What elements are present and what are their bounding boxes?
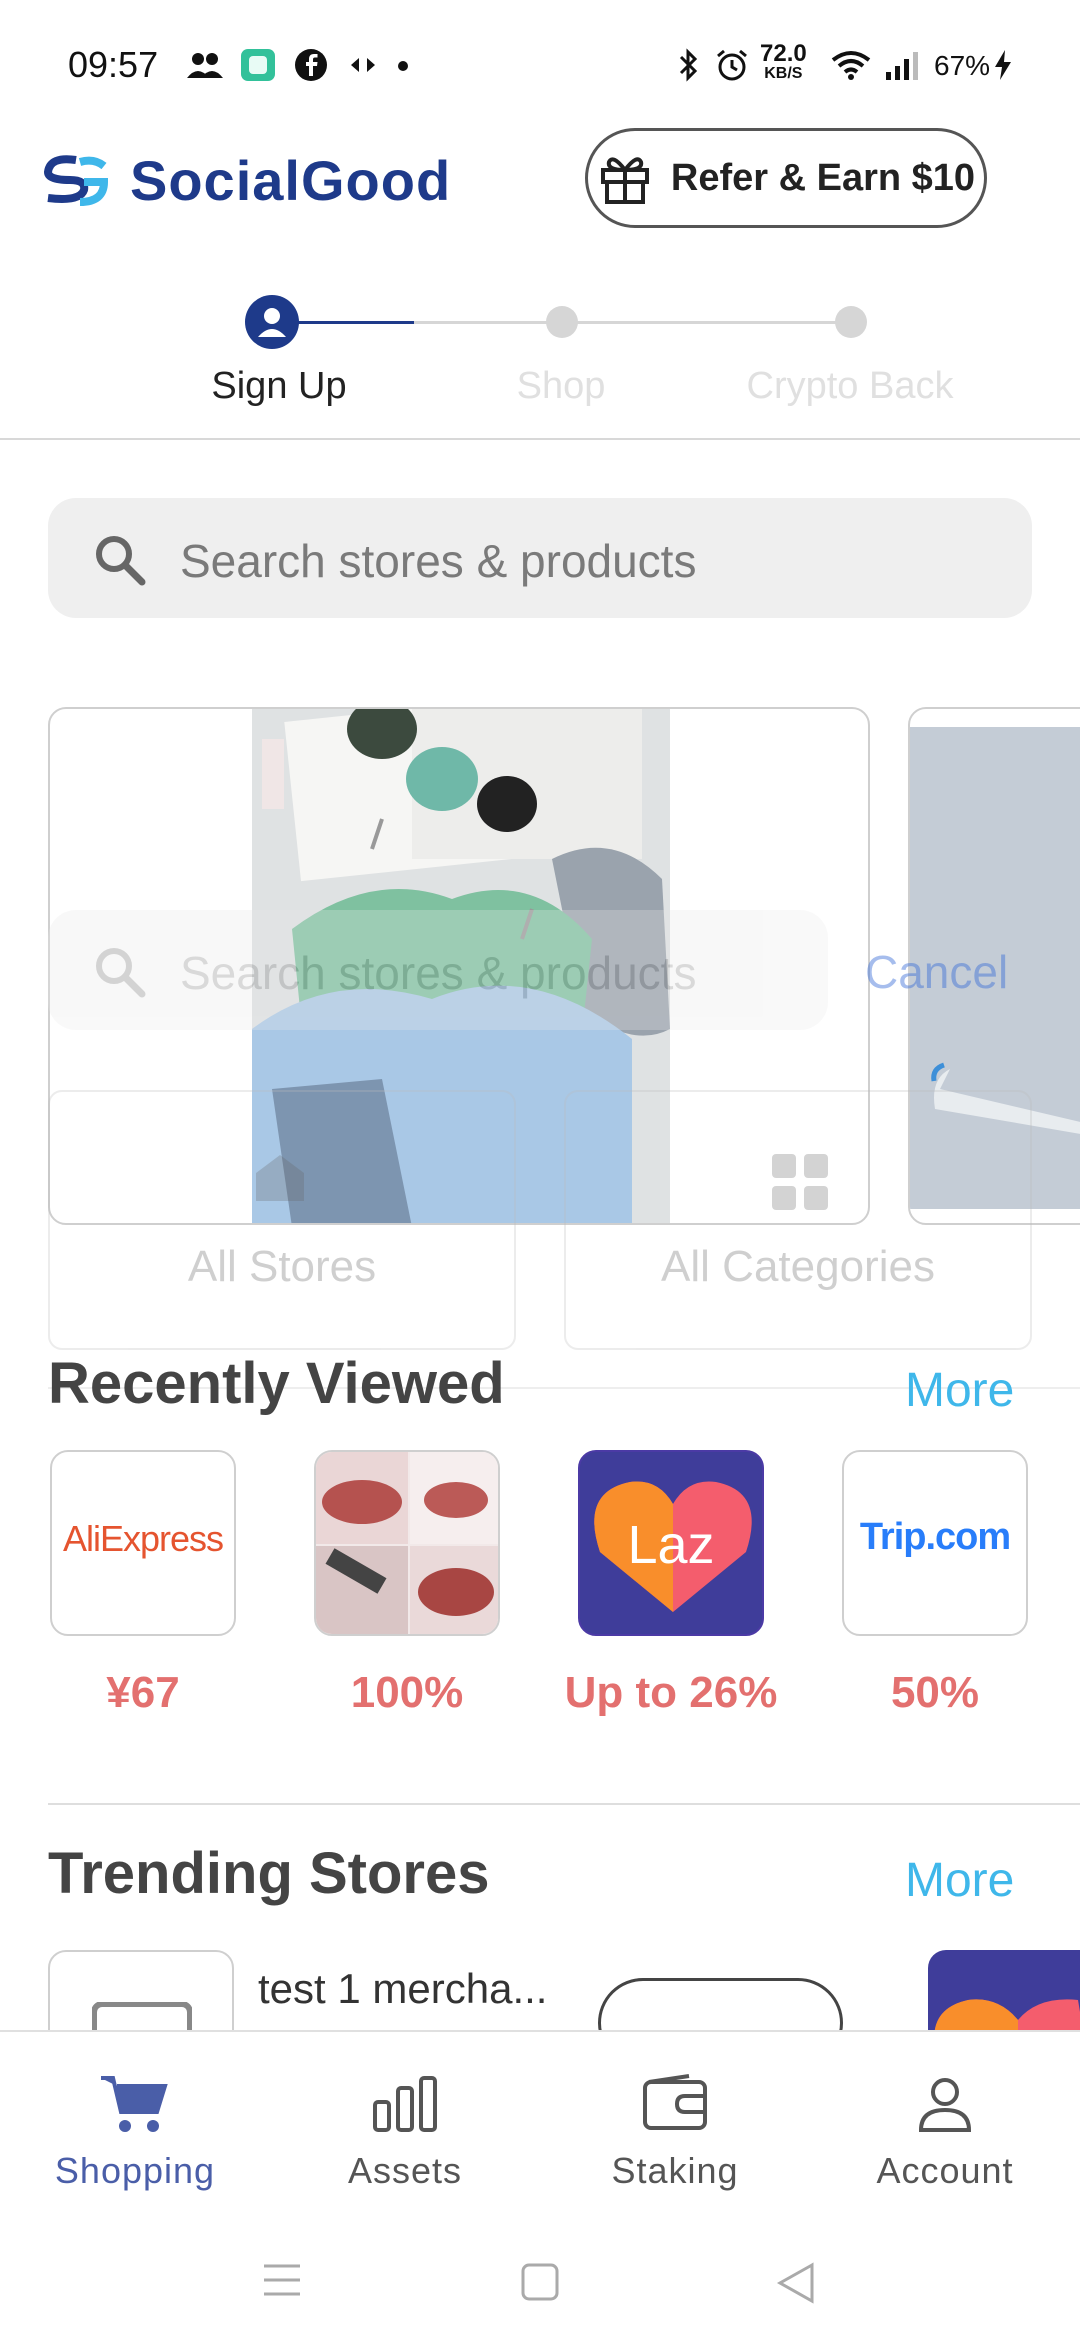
step-signup-dot: [245, 295, 299, 349]
person-icon: [258, 308, 286, 337]
group-icon: [187, 53, 223, 78]
recent-item-value: 100%: [350, 1668, 464, 1717]
bluetooth-icon: [679, 48, 698, 82]
app-logo[interactable]: SocialGood: [40, 145, 451, 215]
recent-item-tripcom[interactable]: Trip.com: [842, 1450, 1028, 1636]
overlay-search-bar: Search stores & products: [48, 910, 828, 1030]
header-divider: [0, 438, 1080, 440]
bottom-navigation: Shopping Assets Staking Account: [0, 2030, 1080, 2342]
wifi-icon: [831, 51, 871, 80]
overlay-all-categories: All Categories: [564, 1090, 1032, 1350]
recently-viewed-more-link[interactable]: More: [905, 1363, 1014, 1418]
trending-stores-title: Trending Stores: [48, 1841, 490, 1906]
nav-assets-label: Assets: [347, 2150, 463, 2191]
dot-icon: [398, 61, 408, 71]
network-speed-unit: KB/S: [764, 65, 803, 82]
step-signup-label: Sign Up: [211, 365, 347, 407]
step-cryptoback-dot: [835, 306, 867, 338]
nav-assets[interactable]: Assets: [270, 2072, 540, 2192]
overlay-all-stores: All Stores: [48, 1090, 516, 1350]
lip-product-image: [316, 1452, 498, 1634]
section-divider: [48, 1803, 1080, 1805]
aliexpress-logo: AliExpress: [62, 1518, 224, 1559]
menu-icon[interactable]: [262, 2262, 302, 2298]
status-time: 09:57: [68, 44, 159, 85]
bar-chart-icon: [373, 2076, 437, 2132]
cart-icon: [101, 2076, 168, 2132]
recent-item-lip-product[interactable]: [314, 1450, 500, 1636]
trending-store-name: test 1 mercha...: [258, 1965, 548, 2012]
overlay-search-icon: [96, 948, 146, 998]
step-shop-dot: [546, 306, 578, 338]
wallet-icon: [643, 2074, 707, 2130]
recent-item-value: 50%: [890, 1668, 980, 1717]
nav-account-label: Account: [876, 2150, 1014, 2191]
tripcom-logo: Trip.com: [859, 1516, 1011, 1558]
refer-earn-button[interactable]: Refer & Earn $10: [585, 128, 987, 228]
nav-staking-label: Staking: [611, 2150, 739, 2191]
grid-icon: [772, 1154, 828, 1210]
recent-item-value: ¥67: [106, 1668, 180, 1717]
recent-item-lazada[interactable]: Laz: [578, 1450, 764, 1636]
trending-stores-more-link[interactable]: More: [905, 1853, 1014, 1908]
search-placeholder: Search stores & products: [180, 535, 697, 587]
status-bar: 09:57 72.0 KB/S 67%: [0, 0, 1080, 130]
socialgood-logo-icon: [43, 155, 109, 206]
recently-viewed-title: Recently Viewed: [48, 1351, 505, 1416]
recent-item-aliexpress[interactable]: AliExpress: [50, 1450, 236, 1636]
app-icon: [241, 49, 275, 81]
gift-icon: [600, 157, 649, 204]
nav-shopping[interactable]: Shopping: [0, 2072, 270, 2192]
search-bar[interactable]: Search stores & products: [48, 498, 1032, 618]
nav-staking[interactable]: Staking: [540, 2072, 810, 2192]
lazada-logo-text: Laz: [627, 1515, 715, 1575]
overlay-cancel-button: Cancel: [865, 946, 1009, 998]
facebook-icon: [295, 49, 327, 81]
nav-shopping-label: Shopping: [54, 2150, 216, 2191]
charging-icon: [995, 50, 1011, 80]
network-speed-value: 72.0: [760, 40, 807, 67]
back-icon[interactable]: [776, 2262, 816, 2304]
home-icon[interactable]: [520, 2262, 560, 2302]
search-icon: [96, 536, 146, 586]
overlay-all-categories-label: All Categories: [661, 1242, 935, 1291]
signal-icon: [886, 52, 918, 80]
store-icon: [256, 1155, 304, 1201]
network-speed: 72.0 KB/S: [760, 40, 807, 84]
progress-stepper: Sign Up Shop Crypto Back: [0, 290, 1080, 440]
data-arrows-icon: [351, 58, 375, 72]
alarm-icon: [717, 49, 747, 81]
overlay-all-stores-label: All Stores: [187, 1242, 377, 1291]
step-cryptoback-label: Crypto Back: [746, 365, 954, 407]
recent-item-value: Up to 26%: [564, 1668, 778, 1717]
nav-account[interactable]: Account: [810, 2072, 1080, 2192]
logo-text: SocialGood: [130, 148, 452, 212]
battery-level: 67%: [934, 50, 991, 81]
person-icon: [918, 2078, 972, 2132]
stepper-line-inactive: [414, 321, 852, 324]
step-shop-label: Shop: [516, 365, 606, 407]
refer-earn-label: Refer & Earn $10: [670, 156, 976, 199]
overlay-search-placeholder: Search stores & products: [180, 947, 697, 999]
